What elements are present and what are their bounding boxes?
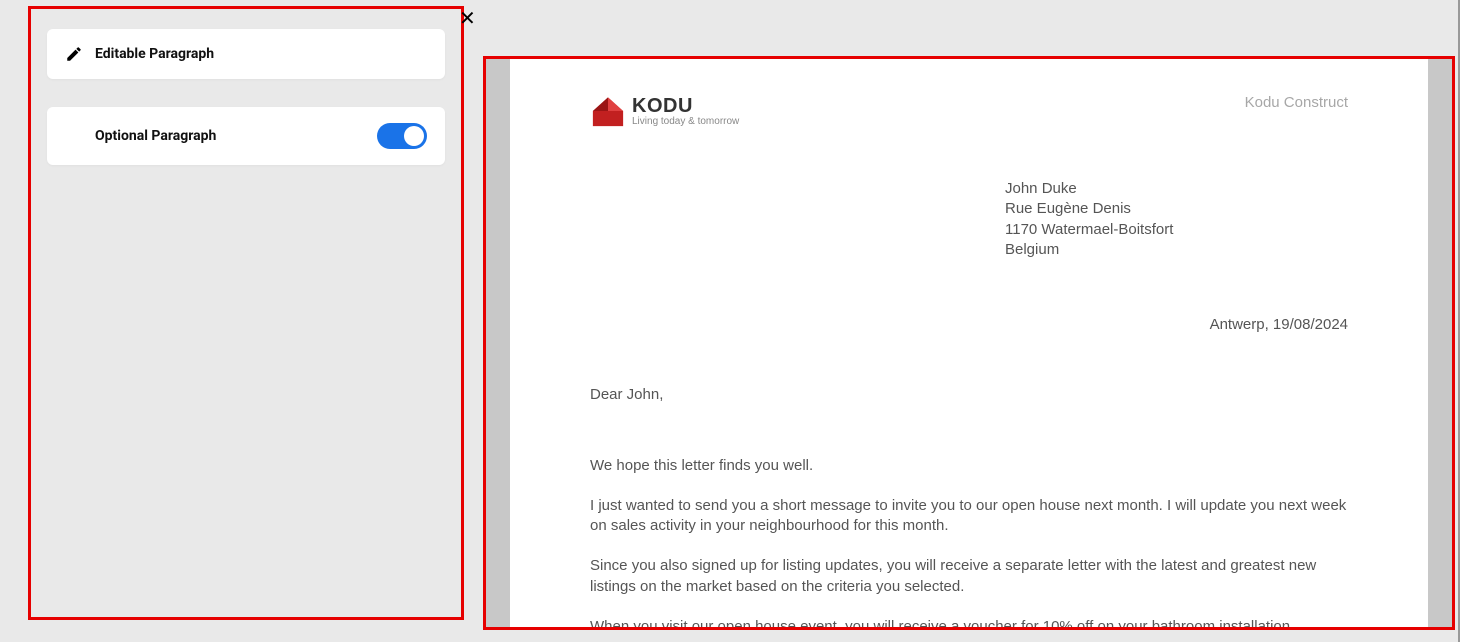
optional-paragraph-label: Optional Paragraph [95, 128, 377, 144]
recipient-block: John Duke Rue Eugène Denis 1170 Watermae… [1005, 179, 1348, 260]
close-icon[interactable]: ✕ [459, 6, 476, 30]
letter-document: KODU Living today & tomorrow Kodu Constr… [510, 59, 1428, 627]
logo-text: KODU Living today & tomorrow [632, 96, 739, 127]
recipient-name: John Duke [1005, 179, 1348, 199]
document-header: KODU Living today & tomorrow Kodu Constr… [590, 93, 1348, 129]
paragraph-1: I just wanted to send you a short messag… [590, 496, 1348, 537]
document-preview-frame: KODU Living today & tomorrow Kodu Constr… [483, 56, 1455, 630]
logo-block: KODU Living today & tomorrow [590, 93, 739, 129]
house-icon [590, 93, 626, 129]
recipient-city: 1170 Watermael-Boitsfort [1005, 220, 1348, 240]
date-line: Antwerp, 19/08/2024 [590, 315, 1348, 335]
letter-body: We hope this letter finds you well. I ju… [590, 456, 1348, 628]
settings-sidebar: Editable Paragraph Optional Paragraph [28, 6, 464, 620]
optional-paragraph-toggle[interactable] [377, 123, 427, 149]
paragraph-3: When you visit our open house event, you… [590, 617, 1348, 627]
logo-tagline: Living today & tomorrow [632, 117, 739, 127]
salutation: Dear John, [590, 385, 1348, 405]
recipient-country: Belgium [1005, 240, 1348, 260]
logo-name: KODU [632, 96, 739, 116]
company-label: Kodu Construct [1245, 93, 1348, 113]
editable-paragraph-card[interactable]: Editable Paragraph [47, 29, 445, 79]
pencil-icon [65, 45, 83, 63]
optional-paragraph-card: Optional Paragraph [47, 107, 445, 165]
document-preview-scroll[interactable]: KODU Living today & tomorrow Kodu Constr… [486, 59, 1452, 627]
editable-paragraph-label: Editable Paragraph [95, 46, 427, 62]
paragraph-0: We hope this letter finds you well. [590, 456, 1348, 476]
paragraph-2: Since you also signed up for listing upd… [590, 556, 1348, 597]
recipient-street: Rue Eugène Denis [1005, 199, 1348, 219]
